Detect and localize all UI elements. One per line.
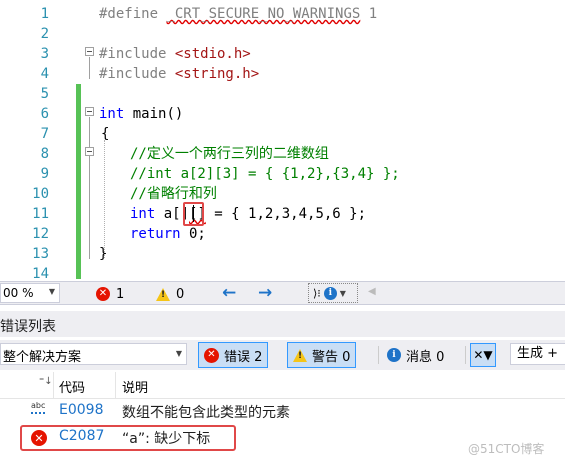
code-editor[interactable]: 1 #define _CRT_SECURE_NO_WARNINGS 1 2 3 … xyxy=(0,0,565,281)
code-text: int main() xyxy=(99,106,184,122)
warning-count: 0 xyxy=(176,286,185,302)
warning-icon xyxy=(156,287,170,301)
line-number: 2 xyxy=(40,26,49,42)
chevron-down-icon: ▼ xyxy=(175,349,182,358)
code-text: #include <string.h> xyxy=(99,66,260,82)
error-icon: ✕ xyxy=(96,287,110,301)
line-number: 7 xyxy=(40,126,49,142)
errors-filter-label: 错误 2 xyxy=(224,349,263,365)
code-line: 2 xyxy=(0,24,565,44)
scope-value: 整个解决方案 xyxy=(3,350,82,365)
warnings-filter-button[interactable]: 警告 0 xyxy=(287,342,357,368)
messages-filter-button[interactable]: i 消息 0 xyxy=(381,342,451,368)
column-header-code[interactable]: 代码 xyxy=(59,377,85,396)
error-list-header: ⁼↓ 代码 说明 xyxy=(0,372,565,399)
code-text: //定义一个两行三列的二维数组 xyxy=(130,146,329,162)
error-list-toolbar: 整个解决方案 ▼ ✕ 错误 2 警告 0 i 消息 0 ✕▼ 生成 + xyxy=(0,340,565,370)
code-text: #include <stdio.h> xyxy=(99,46,251,62)
code-text: #define _CRT_SECURE_NO_WARNINGS 1 xyxy=(99,6,378,22)
line-number: 1 xyxy=(40,6,49,22)
error-description: 数组不能包含此类型的元素 xyxy=(122,405,290,421)
spell-check-icon: abc xyxy=(31,401,46,414)
warning-icon xyxy=(293,348,307,362)
code-line: 9 //int a[2][3] = { {1,2},{3,4} }; xyxy=(0,164,565,184)
build-intellisense-dropdown[interactable]: 生成 + xyxy=(510,343,565,365)
annotation-highlight xyxy=(20,425,236,451)
code-line: 13 } xyxy=(0,244,565,264)
arrow-left-icon[interactable]: ← xyxy=(222,283,236,303)
code-cleanup-button[interactable]: ⟩⁝ i ▼ xyxy=(308,283,358,303)
scope-dropdown[interactable]: 整个解决方案 ▼ xyxy=(0,343,187,365)
error-count: 1 xyxy=(116,286,125,302)
watermark: @51CTO博客 xyxy=(468,442,545,456)
line-number: 11 xyxy=(32,206,49,222)
code-text: return 0; xyxy=(130,226,206,242)
warning-count-indicator[interactable]: 0 xyxy=(156,285,184,303)
info-icon: i xyxy=(323,286,337,300)
code-text: } xyxy=(99,246,108,262)
code-line: 10 //省略行和列 xyxy=(0,184,565,204)
error-code-link[interactable]: E0098 xyxy=(59,402,103,418)
code-line: 1 #define _CRT_SECURE_NO_WARNINGS 1 xyxy=(0,4,565,24)
editor-status-bar: 00 % ▼ ✕ 1 0 ← → ⟩⁝ i ▼ ◀ xyxy=(0,281,565,305)
filter-button[interactable]: ✕▼ xyxy=(470,343,496,367)
toolbar-separator xyxy=(465,346,466,364)
line-number: 12 xyxy=(32,226,49,242)
code-line: 4 #include <string.h> xyxy=(0,64,565,84)
zoom-value: 00 % xyxy=(3,286,34,300)
error-count-indicator[interactable]: ✕ 1 xyxy=(96,285,124,303)
column-header-description[interactable]: 说明 xyxy=(122,377,148,396)
code-text: int a[][] = { 1,2,3,4,5,6 }; xyxy=(130,206,367,222)
toolbar-separator xyxy=(378,346,379,364)
panel-title: 错误列表 xyxy=(0,319,56,335)
scroll-left-icon[interactable]: ◀ xyxy=(368,286,376,297)
text-caret xyxy=(193,205,194,222)
code-line: 7 { xyxy=(0,124,565,144)
code-line: 8 //定义一个两行三列的二维数组 xyxy=(0,144,565,164)
code-text: //省略行和列 xyxy=(130,186,217,202)
error-icon: ✕ xyxy=(204,347,219,363)
code-line: 12 return 0; xyxy=(0,224,565,244)
messages-filter-label: 消息 0 xyxy=(406,349,445,365)
line-number: 3 xyxy=(40,46,49,62)
code-line: 5 xyxy=(0,84,565,104)
info-icon: i xyxy=(387,348,401,362)
error-list-row[interactable]: abc E0098 数组不能包含此类型的元素 xyxy=(0,399,565,425)
line-number: 14 xyxy=(32,266,49,281)
chevron-down-icon: ▼ xyxy=(48,287,55,296)
code-line: 3 #include <stdio.h> xyxy=(0,44,565,64)
zoom-dropdown[interactable]: 00 % ▼ xyxy=(0,283,60,303)
error-list-titlebar: 错误列表 xyxy=(0,311,565,337)
warnings-filter-label: 警告 0 xyxy=(312,349,351,365)
arrow-right-icon[interactable]: → xyxy=(258,283,272,303)
column-separator[interactable] xyxy=(53,372,54,398)
code-line: 14 xyxy=(0,264,565,281)
build-dropdown-label: 生成 + xyxy=(517,346,559,361)
line-number: 10 xyxy=(32,186,49,202)
line-number: 4 xyxy=(40,66,49,82)
filter-icon: ✕▼ xyxy=(473,348,493,362)
brush-icon: ⟩⁝ xyxy=(313,286,321,300)
code-text: //int a[2][3] = { {1,2},{3,4} }; xyxy=(130,166,400,182)
line-number: 8 xyxy=(40,146,49,162)
code-text: { xyxy=(101,126,110,142)
code-line: 11 int a[][] = { 1,2,3,4,5,6 }; xyxy=(0,204,565,224)
chevron-down-icon: ▼ xyxy=(339,288,346,298)
line-number: 9 xyxy=(40,166,49,182)
line-number: 6 xyxy=(40,106,49,122)
line-number: 5 xyxy=(40,86,49,102)
errors-filter-button[interactable]: ✕ 错误 2 xyxy=(198,342,269,368)
code-line: 6 int main() xyxy=(0,104,565,124)
line-number: 13 xyxy=(32,246,49,262)
column-separator[interactable] xyxy=(115,372,116,398)
sort-icon[interactable]: ⁼↓ xyxy=(39,376,53,387)
